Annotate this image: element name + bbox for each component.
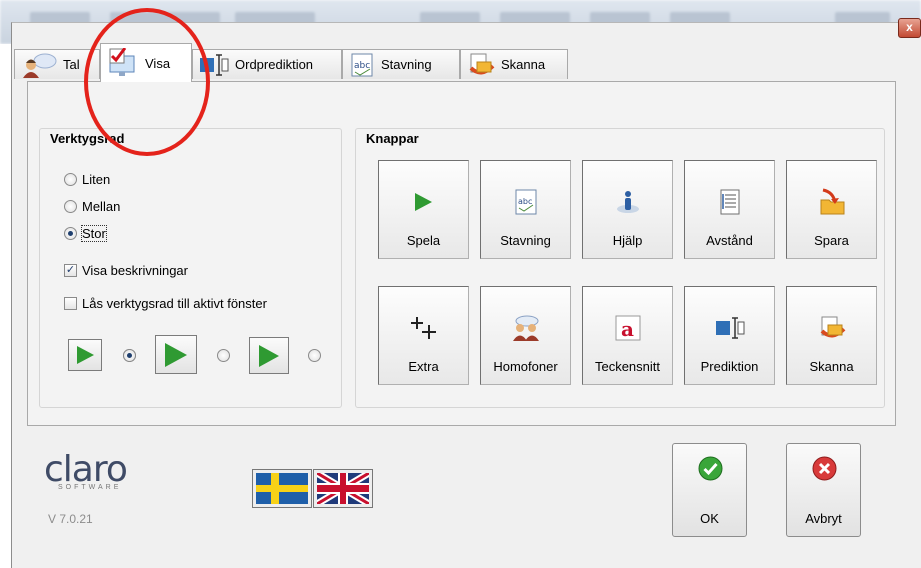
size-preview-large[interactable] bbox=[249, 337, 289, 374]
toolbar-button-stavning[interactable]: abc Stavning bbox=[480, 160, 571, 259]
size-preview-large-radio[interactable] bbox=[308, 349, 321, 362]
tab-visa[interactable]: Visa bbox=[100, 43, 192, 82]
spacing-icon bbox=[720, 189, 739, 215]
size-label-mellan: Mellan bbox=[82, 199, 121, 214]
size-option-liten[interactable]: Liten bbox=[64, 172, 110, 187]
play-icon bbox=[415, 193, 432, 211]
size-preview-small-radio-dot bbox=[123, 349, 136, 362]
toolbar-button-spara[interactable]: Spara bbox=[786, 160, 877, 259]
button-label-prediktion: Prediktion bbox=[700, 359, 759, 374]
toolbar-group-title: Verktygsrad bbox=[50, 131, 125, 146]
tab-panel-visa: Verktygsrad Liten Mellan Stor ✓ Visa bes… bbox=[27, 81, 896, 426]
swedish-flag-icon bbox=[256, 473, 308, 504]
tab-tal[interactable]: Tal bbox=[14, 49, 100, 79]
language-english-button[interactable] bbox=[313, 469, 373, 508]
button-label-extra: Extra bbox=[408, 359, 439, 374]
background-left bbox=[0, 44, 11, 568]
buttons-group-title: Knappar bbox=[366, 131, 419, 146]
toolbar-button-extra[interactable]: Extra bbox=[378, 286, 469, 385]
check-circle-icon bbox=[698, 456, 723, 481]
tab-label-skanna: Skanna bbox=[501, 57, 546, 72]
show-descriptions-option[interactable]: ✓ Visa beskrivningar bbox=[64, 263, 188, 278]
button-label-skanna: Skanna bbox=[809, 359, 854, 374]
svg-text:a: a bbox=[621, 317, 634, 341]
toolbar-button-homofoner[interactable]: Homofoner bbox=[480, 286, 571, 385]
ok-label: OK bbox=[700, 511, 719, 526]
play-icon bbox=[165, 342, 187, 367]
button-label-hjalp: Hjälp bbox=[612, 233, 643, 248]
tab-skanna[interactable]: Skanna bbox=[460, 49, 568, 79]
homophones-icon bbox=[512, 315, 539, 341]
button-label-spara: Spara bbox=[814, 233, 849, 248]
radio-liten[interactable] bbox=[64, 173, 77, 186]
svg-text:abc: abc bbox=[354, 61, 370, 71]
font-icon: a bbox=[615, 315, 640, 341]
save-folder-icon bbox=[820, 188, 844, 215]
logo-subtitle: SOFTWARE bbox=[58, 484, 122, 491]
toolbar-button-teckensnitt[interactable]: a Teckensnitt bbox=[582, 286, 673, 385]
close-button[interactable]: x bbox=[898, 18, 921, 38]
version-label: V 7.0.21 bbox=[48, 512, 93, 526]
size-label-stor: Stor bbox=[81, 225, 107, 242]
info-icon bbox=[616, 191, 639, 213]
tab-label-visa: Visa bbox=[145, 55, 171, 71]
uk-flag-icon bbox=[315, 469, 371, 508]
lock-toolbar-option[interactable]: Lås verktygsrad till aktivt fönster bbox=[64, 296, 267, 311]
size-label-liten: Liten bbox=[82, 172, 111, 187]
svg-text:abc: abc bbox=[518, 197, 532, 206]
radio-mellan[interactable] bbox=[64, 200, 77, 213]
size-option-mellan[interactable]: Mellan bbox=[64, 199, 120, 214]
buttons-group: Knappar Spela abc Stavning Hjälp Avstånd… bbox=[355, 128, 885, 408]
toolbar-button-spela[interactable]: Spela bbox=[378, 160, 469, 259]
language-swedish-button[interactable] bbox=[252, 469, 312, 508]
toolbar-button-skanna[interactable]: Skanna bbox=[786, 286, 877, 385]
lock-toolbar-checkbox[interactable] bbox=[64, 297, 77, 310]
tab-label-tal: Tal bbox=[63, 57, 80, 72]
claro-logo: claro SOFTWARE bbox=[44, 449, 128, 491]
show-descriptions-checkbox[interactable]: ✓ bbox=[64, 264, 77, 277]
word-prediction-icon bbox=[200, 53, 229, 76]
tab-ordprediktion[interactable]: Ordprediktion bbox=[192, 49, 342, 79]
tab-label-ordprediktion: Ordprediktion bbox=[235, 57, 314, 72]
speaker-person-icon bbox=[23, 53, 57, 78]
tab-label-stavning: Stavning bbox=[381, 57, 432, 72]
ok-button[interactable]: OK bbox=[672, 443, 747, 537]
button-label-teckensnitt: Teckensnitt bbox=[594, 359, 661, 374]
toolbar-group: Verktygsrad Liten Mellan Stor ✓ Visa bes… bbox=[39, 128, 342, 408]
size-option-stor[interactable]: Stor bbox=[64, 225, 107, 242]
spelling-icon: abc bbox=[515, 189, 536, 215]
scan-icon bbox=[820, 316, 845, 338]
cancel-circle-icon bbox=[812, 456, 837, 481]
tab-stavning[interactable]: abc Stavning bbox=[342, 49, 460, 79]
button-label-avstand: Avstånd bbox=[706, 233, 753, 248]
button-label-spela: Spela bbox=[406, 233, 441, 248]
extra-plus-icon bbox=[410, 317, 436, 339]
play-icon bbox=[259, 344, 279, 367]
radio-stor[interactable] bbox=[64, 227, 77, 240]
size-preview-small[interactable] bbox=[68, 339, 102, 371]
lock-toolbar-label: Lås verktygsrad till aktivt fönster bbox=[82, 296, 267, 311]
toolbar-button-hjalp[interactable]: Hjälp bbox=[582, 160, 673, 259]
scan-icon bbox=[469, 53, 495, 74]
play-icon bbox=[76, 346, 94, 364]
button-label-stavning: Stavning bbox=[500, 233, 551, 248]
size-preview-medium-radio[interactable] bbox=[217, 349, 230, 362]
cancel-button[interactable]: Avbryt bbox=[786, 443, 861, 537]
toolbar-button-avstand[interactable]: Avstånd bbox=[684, 160, 775, 259]
spelling-abc-icon: abc bbox=[351, 53, 373, 76]
size-preview-medium[interactable] bbox=[155, 335, 197, 374]
monitor-check-icon bbox=[109, 48, 135, 76]
show-descriptions-label: Visa beskrivningar bbox=[82, 263, 188, 278]
cancel-label: Avbryt bbox=[805, 511, 842, 526]
prediction-icon bbox=[715, 317, 744, 339]
button-label-homofoner: Homofoner bbox=[493, 359, 558, 374]
toolbar-button-prediktion[interactable]: Prediktion bbox=[684, 286, 775, 385]
